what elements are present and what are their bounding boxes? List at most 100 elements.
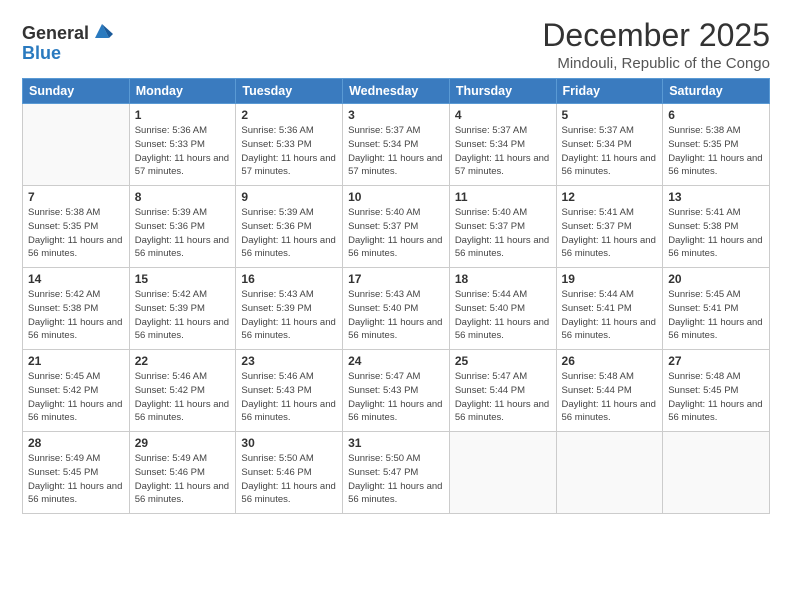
day-info: Sunrise: 5:36 AMSunset: 5:33 PMDaylight:… [135,124,231,179]
calendar-body: 1 Sunrise: 5:36 AMSunset: 5:33 PMDaylight… [23,104,770,514]
logo-general: General [22,24,89,42]
calendar-week-row: 14 Sunrise: 5:42 AMSunset: 5:38 PMDayligh… [23,268,770,350]
table-row [663,432,770,514]
day-number: 5 [562,108,658,122]
table-row: 7 Sunrise: 5:38 AMSunset: 5:35 PMDaylight… [23,186,130,268]
table-row: 30 Sunrise: 5:50 AMSunset: 5:46 PMDayligh… [236,432,343,514]
table-row: 29Sunrise: 5:49 AMSunset: 5:46 PMDayligh… [129,432,236,514]
day-number: 4 [455,108,551,122]
day-info: Sunrise: 5:37 AMSunset: 5:34 PMDaylight:… [562,124,658,179]
day-number: 11 [455,190,551,204]
col-wednesday: Wednesday [343,79,450,104]
table-row [556,432,663,514]
day-info: Sunrise: 5:50 AMSunset: 5:47 PMDaylight:… [348,452,444,507]
day-info: Sunrise: 5:47 AMSunset: 5:43 PMDaylight:… [348,370,444,425]
calendar-table: Sunday Monday Tuesday Wednesday Thursday… [22,78,770,514]
day-info: Sunrise: 5:39 AMSunset: 5:36 PMDaylight:… [241,206,337,261]
table-row: 13 Sunrise: 5:41 AMSunset: 5:38 PMDayligh… [663,186,770,268]
table-row: 16 Sunrise: 5:43 AMSunset: 5:39 PMDayligh… [236,268,343,350]
table-row: 6Sunrise: 5:38 AMSunset: 5:35 PMDaylight… [663,104,770,186]
day-info: Sunrise: 5:38 AMSunset: 5:35 PMDaylight:… [668,124,764,179]
calendar-header-row: Sunday Monday Tuesday Wednesday Thursday… [23,79,770,104]
day-info: Sunrise: 5:44 AMSunset: 5:40 PMDaylight:… [455,288,551,343]
table-row: 28 Sunrise: 5:49 AMSunset: 5:45 PMDayligh… [23,432,130,514]
day-info: Sunrise: 5:42 AMSunset: 5:39 PMDaylight:… [135,288,231,343]
page: General Blue December 2025 Mindouli, Rep… [0,0,792,526]
table-row: 14 Sunrise: 5:42 AMSunset: 5:38 PMDayligh… [23,268,130,350]
day-info: Sunrise: 5:44 AMSunset: 5:41 PMDaylight:… [562,288,658,343]
day-number: 21 [28,354,124,368]
table-row: 21 Sunrise: 5:45 AMSunset: 5:42 PMDayligh… [23,350,130,432]
table-row: 2Sunrise: 5:36 AMSunset: 5:33 PMDaylight… [236,104,343,186]
day-number: 7 [28,190,124,204]
day-number: 15 [135,272,231,286]
day-number: 24 [348,354,444,368]
day-info: Sunrise: 5:47 AMSunset: 5:44 PMDaylight:… [455,370,551,425]
title-block: December 2025 Mindouli, Republic of the … [542,18,770,72]
col-saturday: Saturday [663,79,770,104]
day-info: Sunrise: 5:37 AMSunset: 5:34 PMDaylight:… [348,124,444,179]
calendar-week-row: 21 Sunrise: 5:45 AMSunset: 5:42 PMDayligh… [23,350,770,432]
day-info: Sunrise: 5:50 AMSunset: 5:46 PMDaylight:… [241,452,337,507]
day-info: Sunrise: 5:43 AMSunset: 5:40 PMDaylight:… [348,288,444,343]
table-row: 15 Sunrise: 5:42 AMSunset: 5:39 PMDayligh… [129,268,236,350]
day-number: 17 [348,272,444,286]
table-row: 17 Sunrise: 5:43 AMSunset: 5:40 PMDayligh… [343,268,450,350]
day-info: Sunrise: 5:49 AMSunset: 5:45 PMDaylight:… [28,452,124,507]
col-tuesday: Tuesday [236,79,343,104]
day-info: Sunrise: 5:48 AMSunset: 5:45 PMDaylight:… [668,370,764,425]
day-number: 28 [28,436,124,450]
location-title: Mindouli, Republic of the Congo [542,55,770,72]
day-number: 10 [348,190,444,204]
day-number: 30 [241,436,337,450]
day-info: Sunrise: 5:38 AMSunset: 5:35 PMDaylight:… [28,206,124,261]
day-info: Sunrise: 5:40 AMSunset: 5:37 PMDaylight:… [455,206,551,261]
calendar-week-row: 28 Sunrise: 5:49 AMSunset: 5:45 PMDayligh… [23,432,770,514]
table-row: 25Sunrise: 5:47 AMSunset: 5:44 PMDayligh… [449,350,556,432]
day-number: 31 [348,436,444,450]
header: General Blue December 2025 Mindouli, Rep… [22,18,770,72]
table-row: 10Sunrise: 5:40 AMSunset: 5:37 PMDayligh… [343,186,450,268]
table-row: 31 Sunrise: 5:50 AMSunset: 5:47 PMDayligh… [343,432,450,514]
day-info: Sunrise: 5:43 AMSunset: 5:39 PMDaylight:… [241,288,337,343]
day-info: Sunrise: 5:46 AMSunset: 5:43 PMDaylight:… [241,370,337,425]
table-row [23,104,130,186]
day-number: 18 [455,272,551,286]
day-info: Sunrise: 5:46 AMSunset: 5:42 PMDaylight:… [135,370,231,425]
table-row: 24 Sunrise: 5:47 AMSunset: 5:43 PMDayligh… [343,350,450,432]
logo-icon [91,20,113,42]
table-row: 5 Sunrise: 5:37 AMSunset: 5:34 PMDaylight… [556,104,663,186]
day-info: Sunrise: 5:42 AMSunset: 5:38 PMDaylight:… [28,288,124,343]
table-row: 19Sunrise: 5:44 AMSunset: 5:41 PMDayligh… [556,268,663,350]
day-number: 12 [562,190,658,204]
table-row: 26 Sunrise: 5:48 AMSunset: 5:44 PMDayligh… [556,350,663,432]
month-title: December 2025 [542,18,770,53]
day-number: 9 [241,190,337,204]
table-row: 18 Sunrise: 5:44 AMSunset: 5:40 PMDayligh… [449,268,556,350]
day-info: Sunrise: 5:41 AMSunset: 5:38 PMDaylight:… [668,206,764,261]
calendar-week-row: 1 Sunrise: 5:36 AMSunset: 5:33 PMDaylight… [23,104,770,186]
day-number: 1 [135,108,231,122]
table-row: 27Sunrise: 5:48 AMSunset: 5:45 PMDayligh… [663,350,770,432]
table-row: 22 Sunrise: 5:46 AMSunset: 5:42 PMDayligh… [129,350,236,432]
day-info: Sunrise: 5:39 AMSunset: 5:36 PMDaylight:… [135,206,231,261]
day-number: 22 [135,354,231,368]
day-number: 26 [562,354,658,368]
day-info: Sunrise: 5:48 AMSunset: 5:44 PMDaylight:… [562,370,658,425]
table-row: 4Sunrise: 5:37 AMSunset: 5:34 PMDaylight… [449,104,556,186]
day-number: 23 [241,354,337,368]
table-row: 11 Sunrise: 5:40 AMSunset: 5:37 PMDayligh… [449,186,556,268]
table-row: 23 Sunrise: 5:46 AMSunset: 5:43 PMDayligh… [236,350,343,432]
day-number: 13 [668,190,764,204]
day-number: 14 [28,272,124,286]
day-info: Sunrise: 5:45 AMSunset: 5:42 PMDaylight:… [28,370,124,425]
day-number: 3 [348,108,444,122]
day-number: 8 [135,190,231,204]
day-info: Sunrise: 5:45 AMSunset: 5:41 PMDaylight:… [668,288,764,343]
col-sunday: Sunday [23,79,130,104]
table-row: 8 Sunrise: 5:39 AMSunset: 5:36 PMDaylight… [129,186,236,268]
day-number: 16 [241,272,337,286]
table-row [449,432,556,514]
table-row: 1 Sunrise: 5:36 AMSunset: 5:33 PMDaylight… [129,104,236,186]
table-row: 12Sunrise: 5:41 AMSunset: 5:37 PMDayligh… [556,186,663,268]
